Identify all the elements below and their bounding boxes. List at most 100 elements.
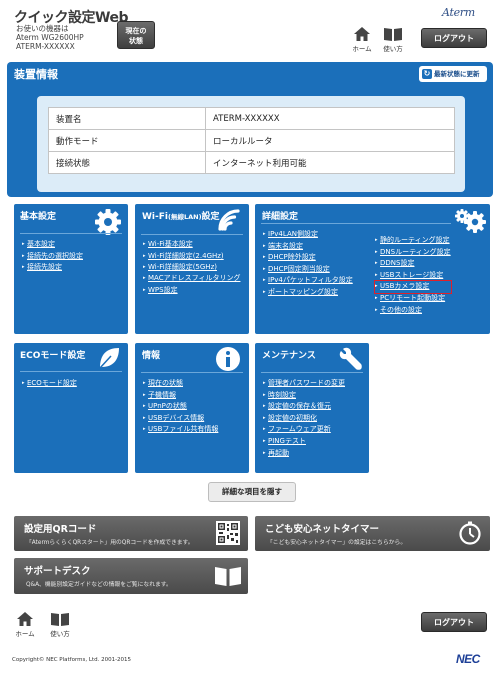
link-dhcp-exclude[interactable]: ▸ DHCP除外設定 xyxy=(263,252,353,264)
home-icon xyxy=(354,27,370,41)
link-eco-mode[interactable]: ▸ ECOモード設定 xyxy=(22,378,77,390)
link-current-status[interactable]: ▸ 現在の状態 xyxy=(143,378,218,390)
link-connection-settings[interactable]: ▸ 接続先設定 xyxy=(22,262,83,274)
info-divider xyxy=(141,372,243,373)
refresh-label: 最新状態に更新 xyxy=(434,70,480,78)
footer-home-label: ホーム xyxy=(15,630,35,638)
link-firmware-update[interactable]: ▸ ファームウェア更新 xyxy=(263,424,345,436)
link-mac-filter[interactable]: ▸ MACアドレスフィルタリング xyxy=(143,274,245,283)
leaf-icon xyxy=(99,348,119,369)
table-row: 装置名 ATERM-XXXXXX xyxy=(48,107,455,130)
book-icon xyxy=(384,28,402,41)
book-icon xyxy=(51,613,69,626)
qr-code-title: 設定用QRコード xyxy=(24,524,97,535)
link-usb-device-info[interactable]: ▸ USBデバイス情報 xyxy=(143,413,218,425)
link-usb-file-share-info[interactable]: ▸ USBファイル共有情報 xyxy=(143,424,218,436)
home-icon xyxy=(17,612,33,626)
device-info-summary: お使いの機器は Aterm WG2600HP ATERM-XXXXXX xyxy=(16,24,84,51)
support-desk-banner[interactable]: サポートデスク Q&A、機能別設定ガイドなどの情報をご覧になれます。 xyxy=(14,558,248,594)
kids-timer-banner[interactable]: こども安心ネットタイマー 「こども安心ネットタイマー」の設定はこちらから。 xyxy=(255,516,490,551)
device-info-table: 装置名 ATERM-XXXXXX 動作モード ローカルルータ 接続状態 インター… xyxy=(48,107,455,174)
wifi-settings-divider xyxy=(141,234,243,235)
link-ping-test[interactable]: ▸ PINGテスト xyxy=(263,436,345,448)
manual-button[interactable]: 使い方 xyxy=(380,27,406,53)
device-name-value: ATERM-XXXXXX xyxy=(205,107,455,130)
wifi-title-main: Wi-Fi xyxy=(142,212,168,222)
eco-mode-divider xyxy=(20,371,122,372)
eco-mode-links: ▸ ECOモード設定 xyxy=(22,378,77,390)
wrench-icon xyxy=(339,347,362,370)
wifi-settings-links: ▸ Wi-Fi基本設定 ▸ Wi-Fi詳細設定(2.4GHz) ▸ Wi-Fi詳細設定… xyxy=(143,239,245,296)
wifi-icon xyxy=(218,209,240,231)
manual-label: 使い方 xyxy=(383,45,403,53)
info-title: 情報 xyxy=(142,351,161,361)
link-wifi-basic[interactable]: ▸ Wi-Fi基本設定 xyxy=(143,239,245,251)
nec-logo: NEC xyxy=(456,652,480,666)
footer-manual-button[interactable]: 使い方 xyxy=(47,612,73,638)
link-wps[interactable]: ▸ WPS設定 xyxy=(143,285,245,297)
link-backup-restore[interactable]: ▸ 設定値の保存＆復元 xyxy=(263,401,345,413)
link-factory-reset[interactable]: ▸ 設定値の初期化 xyxy=(263,413,345,425)
table-row: 動作モード ローカルルータ xyxy=(48,129,455,152)
link-ddns[interactable]: ▸ DDNS設定 xyxy=(375,258,451,270)
gear-icon xyxy=(95,209,121,235)
link-wifi-5ghz[interactable]: ▸ Wi-Fi詳細設定(5GHz) xyxy=(143,262,245,274)
model-name: Aterm WG2600HP xyxy=(16,33,84,42)
link-connection-select[interactable]: ▸ 接続先の選択設定 xyxy=(22,251,83,263)
basic-settings-divider xyxy=(20,233,122,234)
link-client-info[interactable]: ▸ 子機情報 xyxy=(143,390,218,402)
logout-button[interactable]: ログアウト xyxy=(421,28,487,48)
link-dhcp-fixed[interactable]: ▸ DHCP固定割当設定 xyxy=(263,264,353,276)
support-desk-title: サポートデスク xyxy=(24,566,91,577)
current-status-button[interactable]: 現在の 状態 xyxy=(117,21,155,49)
footer-manual-label: 使い方 xyxy=(50,630,70,638)
home-button[interactable]: ホーム xyxy=(349,27,375,53)
advanced-settings-links-left: ▸ IPv4LAN側設定 ▸ 端末名設定 ▸ DHCP除外設定 ▸ DHCP固定割当設定… xyxy=(263,229,353,299)
eco-mode-title: ECOモード設定 xyxy=(20,351,86,361)
maintenance-title: メンテナンス xyxy=(262,351,316,361)
book-icon xyxy=(215,567,241,586)
basic-settings-title: 基本設定 xyxy=(20,212,57,222)
qr-code-desc: 「AtermらくらくQRスタート」用のQRコードを作成できます。 xyxy=(26,540,194,546)
timer-icon xyxy=(459,521,481,545)
maintenance-divider xyxy=(261,372,363,373)
gears-icon xyxy=(455,209,486,233)
link-port-mapping[interactable]: ▸ ポートマッピング設定 xyxy=(263,287,353,299)
link-usb-storage[interactable]: ▸ USBストレージ設定 xyxy=(375,270,451,282)
link-upnp-status[interactable]: ▸ UPnPの状態 xyxy=(143,401,218,413)
footer-home-button[interactable]: ホーム xyxy=(12,612,38,638)
info-icon xyxy=(216,347,240,371)
link-basic-settings[interactable]: ▸ 基本設定 xyxy=(22,239,83,251)
status-button-line2: 状態 xyxy=(129,37,143,45)
link-hostname[interactable]: ▸ 端末名設定 xyxy=(263,241,353,253)
hide-advanced-button[interactable]: 詳細な項目を隠す xyxy=(208,482,296,502)
table-row: 接続状態 インターネット利用可能 xyxy=(48,151,455,174)
link-other-settings[interactable]: ▸ その他の設定 xyxy=(375,305,451,317)
link-static-routing[interactable]: ▸ 静的ルーティング設定 xyxy=(375,235,451,247)
footer-logout-button[interactable]: ログアウト xyxy=(421,612,487,632)
link-ipv4-lan[interactable]: ▸ IPv4LAN側設定 xyxy=(263,229,353,241)
link-usb-camera[interactable]: ▸ USBカメラ設定 xyxy=(374,280,452,294)
advanced-settings-divider xyxy=(261,223,451,224)
link-reboot[interactable]: ▸ 再起動 xyxy=(263,448,345,460)
link-time-settings[interactable]: ▸ 時刻設定 xyxy=(263,390,345,402)
link-admin-password[interactable]: ▸ 管理者パスワードの変更 xyxy=(263,378,345,390)
device-name-key: 装置名 xyxy=(48,107,206,130)
advanced-settings-title: 詳細設定 xyxy=(262,212,299,222)
link-ipv4-packet-filter[interactable]: ▸ IPv4パケットフィルタ設定 xyxy=(263,275,353,287)
aterm-logo: Aterm xyxy=(442,6,475,19)
device-name: ATERM-XXXXXX xyxy=(16,42,75,51)
wifi-title-small: (無線LAN) xyxy=(167,213,202,221)
copyright-text: Copyright© NEC Platforms, Ltd. 2001-2015 xyxy=(12,657,132,663)
qr-code-banner[interactable]: 設定用QRコード 「AtermらくらくQRスタート」用のQRコードを作成できます… xyxy=(14,516,248,551)
mode-key: 動作モード xyxy=(48,129,206,152)
connection-value: インターネット利用可能 xyxy=(205,151,455,174)
refresh-button[interactable]: ↻ 最新状態に更新 xyxy=(419,66,487,82)
link-dns-routing[interactable]: ▸ DNSルーティング設定 xyxy=(375,247,451,259)
wifi-settings-title: Wi-Fi(無線LAN)設定 xyxy=(142,211,222,223)
maintenance-links: ▸ 管理者パスワードの変更 ▸ 時刻設定 ▸ 設定値の保存＆復元 ▸ 設定値の初期化 ▸… xyxy=(263,378,345,459)
link-wifi-24ghz[interactable]: ▸ Wi-Fi詳細設定(2.4GHz) xyxy=(143,251,245,263)
qr-code-icon xyxy=(216,521,240,545)
kids-timer-title: こども安心ネットタイマー xyxy=(265,524,380,535)
link-pc-remote-wake[interactable]: ▸ PCリモート起動設定 xyxy=(375,293,451,305)
